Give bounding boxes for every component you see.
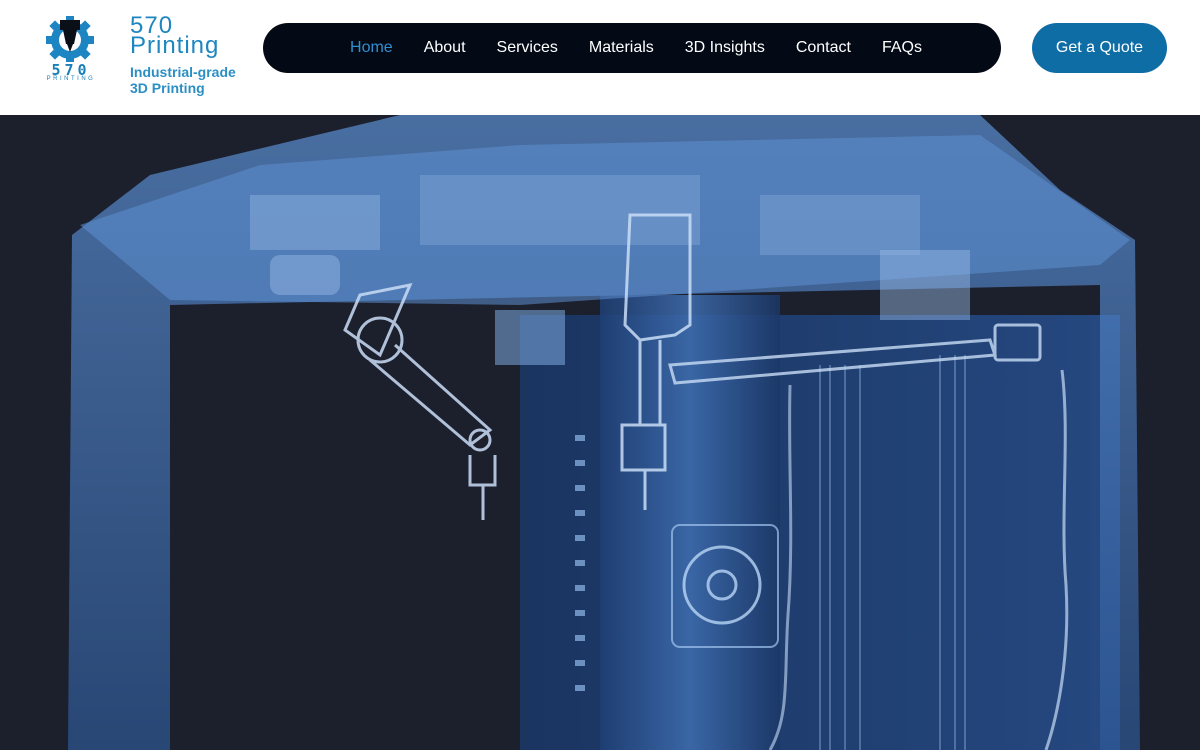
nav-about[interactable]: About bbox=[424, 39, 466, 57]
get-quote-button[interactable]: Get a Quote bbox=[1032, 23, 1167, 73]
nav-materials[interactable]: Materials bbox=[589, 39, 654, 57]
brand-tagline-line1: Industrial-grade bbox=[130, 64, 236, 80]
nav-contact[interactable]: Contact bbox=[796, 39, 851, 57]
brand-name[interactable]: 570 Printing bbox=[130, 14, 250, 59]
main-nav: Home About Services Materials 3D Insight… bbox=[263, 23, 1001, 73]
nav-3d-insights[interactable]: 3D Insights bbox=[685, 39, 765, 57]
nav-services[interactable]: Services bbox=[497, 39, 558, 57]
brand-tagline: Industrial-grade 3D Printing bbox=[130, 64, 260, 96]
nav-faqs[interactable]: FAQs bbox=[882, 39, 922, 57]
logo-word: PRINTING bbox=[46, 76, 96, 82]
brand-name-line2: Printing bbox=[130, 32, 220, 59]
nav-home[interactable]: Home bbox=[350, 39, 393, 57]
hero-printer-image bbox=[68, 115, 1140, 750]
site-header: 570 PRINTING 570 Printing Industrial-gra… bbox=[0, 0, 1200, 115]
hero-section bbox=[0, 115, 1200, 750]
brand-tagline-line2: 3D Printing bbox=[130, 80, 205, 96]
